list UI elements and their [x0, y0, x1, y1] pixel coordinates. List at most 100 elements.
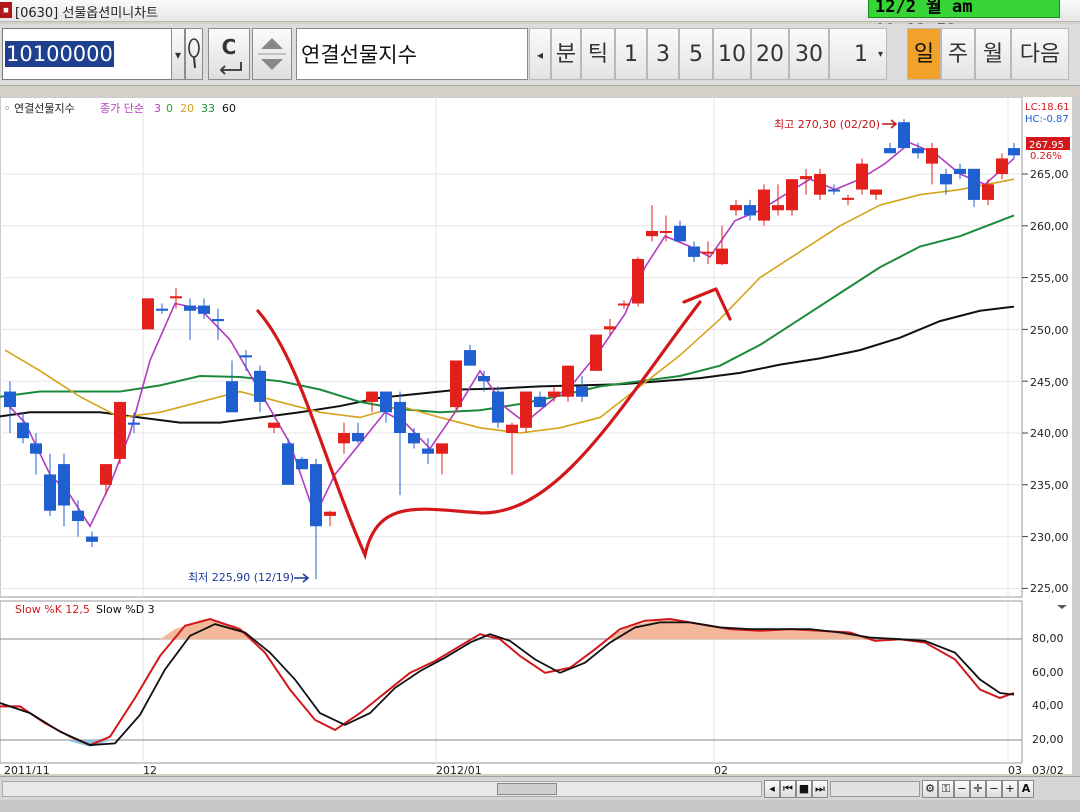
candle-body [198, 305, 210, 314]
chart-canvas[interactable]: ◦ 연결선물지수 종가 단순 3 0 20 33 60 LC:18.61 HC:… [0, 96, 1072, 777]
legend-ma-60: 60 [222, 102, 236, 115]
candle-body [730, 205, 742, 211]
period-tab-5[interactable]: 5 [679, 28, 713, 80]
candle-body [86, 536, 98, 542]
candle-body [296, 458, 308, 470]
crosshair-icon[interactable]: ✛ [970, 780, 986, 798]
y-tick: 265,00 [1030, 168, 1069, 181]
candle-body [268, 422, 280, 428]
candle-body [926, 148, 938, 164]
panel-menu-icon[interactable] [1057, 605, 1067, 609]
candle-body [254, 370, 266, 402]
candle-body [534, 396, 546, 408]
up-down-stepper[interactable] [252, 28, 292, 80]
chevron-down-icon: ▾ [174, 48, 182, 62]
nav-first-button[interactable]: ⏮ [780, 780, 796, 798]
range-tab-day[interactable]: 일 [907, 28, 941, 80]
candle-body [17, 422, 29, 439]
toolbar: 10100000 ▾ C 연결선물지수 ◂ 분 틱 1 3 5 10 20 30… [0, 24, 1080, 86]
period-tab-minute[interactable]: 분 [551, 28, 581, 80]
lc-label: LC:18.61 [1025, 102, 1070, 113]
x-axis: 2011/11 12 2012/01 02 03 03/02 [4, 764, 1064, 777]
candle-body [954, 168, 966, 174]
legend-bullet: ◦ [4, 102, 11, 115]
lock-icon[interactable]: ⚿ [938, 780, 954, 798]
settings-icon[interactable]: ⚙ [922, 780, 938, 798]
candle-body [282, 443, 294, 485]
candle-body [436, 443, 448, 454]
hc-label: HC:-0.87 [1025, 114, 1069, 125]
period-tab-10[interactable]: 10 [713, 28, 751, 80]
search-button[interactable] [185, 28, 203, 80]
candle-body [702, 251, 714, 254]
candle-body [30, 443, 42, 454]
refresh-button[interactable]: C [208, 28, 250, 80]
candle-body [688, 246, 700, 257]
y-tick: 80,00 [1032, 632, 1064, 645]
candle-body [758, 189, 770, 221]
period-scroll-left-button[interactable]: ◂ [529, 28, 551, 80]
candle-body [324, 511, 336, 516]
app-icon: ◼ [0, 2, 12, 18]
candle-body [870, 189, 882, 195]
y-tick: 60,00 [1032, 666, 1064, 679]
period-tab-3[interactable]: 3 [647, 28, 679, 80]
candle-body [646, 230, 658, 237]
multiplier-select[interactable]: 1 ▾ [829, 28, 887, 80]
refresh-label: C [221, 35, 237, 59]
instrument-name-field[interactable]: 연결선물지수 [296, 28, 528, 80]
nav-last-button[interactable]: ⏭ [812, 780, 828, 798]
candle-body [1008, 148, 1020, 156]
y-tick: 255,00 [1030, 272, 1069, 285]
candle-body [408, 433, 420, 444]
candle-body [786, 179, 798, 211]
y-tick: 245,00 [1030, 376, 1069, 389]
candle-body [128, 422, 140, 425]
candle-body [44, 474, 56, 511]
multiplier-value: 1 [854, 42, 868, 67]
chart-area[interactable]: ◦ 연결선물지수 종가 단순 3 0 20 33 60 LC:18.61 HC:… [0, 96, 1072, 777]
font-size-icon[interactable]: A [1018, 780, 1034, 798]
period-tab-tick[interactable]: 틱 [581, 28, 615, 80]
legend-ma-33: 33 [201, 102, 215, 115]
legend-slow-k: Slow %K 12,5 [15, 603, 90, 616]
zoom-out-alt-icon[interactable]: − [986, 780, 1002, 798]
next-button[interactable]: 다음 [1011, 28, 1069, 80]
zoom-in-icon[interactable]: + [1002, 780, 1018, 798]
candle-body [772, 205, 784, 211]
chevron-down-icon: ▾ [877, 49, 883, 60]
zoom-out-icon[interactable]: − [954, 780, 970, 798]
y-tick: 250,00 [1030, 324, 1069, 337]
candle-body [156, 308, 168, 311]
y-tick: 20,00 [1032, 733, 1064, 746]
candle-body [422, 448, 434, 454]
code-input-value: 10100000 [5, 41, 114, 67]
candle-body [366, 391, 378, 402]
candle-body [814, 174, 826, 195]
nav-prev-button[interactable]: ◂ [764, 780, 780, 798]
range-tab-week[interactable]: 주 [941, 28, 975, 80]
zoom-slider[interactable] [830, 781, 920, 797]
horizontal-scrollbar[interactable] [2, 781, 762, 797]
vertical-scrollbar[interactable] [1072, 97, 1080, 774]
candle-body [800, 176, 812, 180]
candle-body [170, 296, 182, 299]
candle-body [576, 386, 588, 397]
search-icon [188, 38, 200, 69]
code-input[interactable]: 10100000 [2, 28, 172, 80]
period-tab-1[interactable]: 1 [615, 28, 647, 80]
period-tab-20[interactable]: 20 [751, 28, 789, 80]
candle-body [674, 225, 686, 242]
code-dropdown-button[interactable]: ▾ [171, 28, 185, 80]
legend-ma-3: 3 [154, 102, 161, 115]
range-tab-month[interactable]: 월 [975, 28, 1011, 80]
period-tab-30[interactable]: 30 [789, 28, 829, 80]
x-tick: 2011/11 [4, 764, 50, 774]
candle-body [184, 305, 196, 311]
candle-body [114, 401, 126, 459]
candle-body [226, 381, 238, 413]
scroll-thumb[interactable] [497, 783, 557, 795]
candle-body [100, 464, 112, 485]
low-price-label: 최저 225,90 (12/19) [188, 571, 294, 584]
nav-stop-button[interactable]: ■ [796, 780, 812, 798]
